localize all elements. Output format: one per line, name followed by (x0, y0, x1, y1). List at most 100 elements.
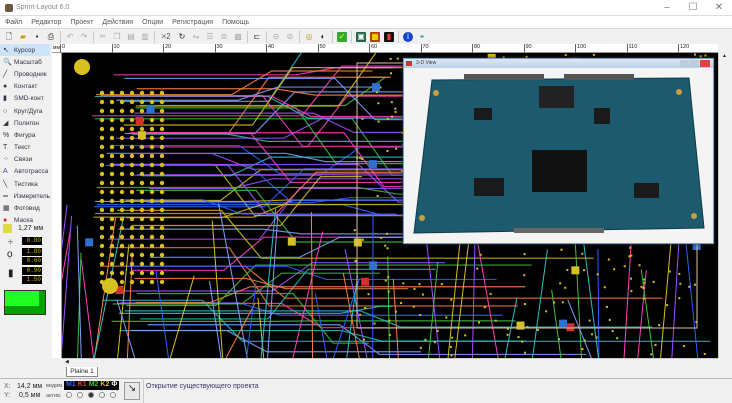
pcb-pad (130, 91, 134, 95)
layer-toggle-M1[interactable]: M1 (66, 381, 76, 390)
copy-icon[interactable]: ❐ (112, 32, 122, 42)
pcb-via (386, 150, 388, 152)
horizontal-scrollbar[interactable]: ◀ (62, 358, 718, 367)
scanned-copy-icon[interactable]: ▣ (356, 32, 366, 42)
mirror-icon[interactable]: ⇋ (191, 32, 201, 42)
open-folder-icon[interactable]: ▰ (18, 32, 28, 42)
ungroup-icon[interactable]: ▩ (233, 32, 243, 42)
gerber-icon[interactable]: ▦ (370, 32, 380, 42)
cut-icon[interactable]: ✂ (98, 32, 108, 42)
pcb-via (608, 259, 610, 261)
pcb-via (437, 330, 439, 332)
menu-options[interactable]: Опции (142, 19, 163, 26)
pcb-pad (120, 118, 124, 122)
unlock-icon[interactable]: ⊘ (285, 32, 295, 42)
smd-height-field[interactable]: 1.50 (22, 276, 42, 284)
pcb-pad (110, 118, 114, 122)
smd-width-field[interactable]: 0.90 (22, 267, 42, 275)
info-icon[interactable]: i (403, 32, 413, 42)
tool-shape[interactable]: %Фигура (0, 129, 50, 141)
tool-polygon[interactable]: ◢Полигон (0, 117, 50, 129)
pcb-pad (160, 181, 164, 185)
rotate-icon[interactable]: ↻ (177, 32, 187, 42)
tool-photoview[interactable]: ▦Фотовид (0, 202, 50, 214)
tool-measure[interactable]: ═Измеритель (0, 190, 50, 202)
layer-toggle-K1[interactable]: K1 (78, 381, 87, 390)
print-icon[interactable]: ⎙ (46, 32, 56, 42)
scroll-left-icon[interactable]: ◀ (62, 359, 718, 365)
track-width-field[interactable]: 0.80 (22, 237, 42, 245)
pcb-trace (212, 221, 222, 358)
active-layer-radio[interactable] (77, 392, 83, 398)
pcb-via (419, 314, 421, 316)
tool-label: Фигура (14, 132, 35, 139)
scroll-up-icon[interactable]: ▲ (719, 53, 730, 59)
close-button[interactable]: ✕ (708, 2, 730, 14)
pcb-via (524, 303, 526, 305)
menu-project[interactable]: Проект (70, 19, 93, 26)
pad-inner-field[interactable]: 0.60 (22, 257, 42, 265)
vertical-scrollbar[interactable]: ▲ (718, 53, 730, 358)
pcb-smd-pad (372, 83, 380, 91)
tool-zoom[interactable]: 🔍Масштаб (0, 56, 50, 68)
active-layer-radio[interactable] (99, 392, 105, 398)
tool-track[interactable]: ╱Проводник (0, 68, 50, 80)
component-icon[interactable]: ⊏ (252, 32, 262, 42)
undo-icon[interactable]: ↶ (65, 32, 75, 42)
new-file-icon[interactable]: 🗋 (4, 32, 14, 42)
menu-edit[interactable]: Редактор (31, 19, 61, 26)
pcb-pad (150, 217, 154, 221)
menu-registration[interactable]: Регистрация (172, 19, 213, 26)
paste-icon[interactable]: ▤ (126, 32, 136, 42)
tool-smd-pad[interactable]: ▮SMD-конт (0, 93, 50, 105)
pcb-via (384, 245, 386, 247)
active-layer-radio[interactable] (66, 392, 72, 398)
pcb-pad (110, 136, 114, 140)
tool-circle[interactable]: ○Круг/Дуга (0, 105, 50, 117)
3d-view-window[interactable]: 3-D View (403, 58, 714, 244)
layer-toggle-M2[interactable]: M2 (89, 381, 99, 390)
mounting-hole (102, 278, 118, 294)
grid-setting[interactable]: 1,27 мм (3, 224, 43, 233)
tool-text[interactable]: TТекст (0, 142, 50, 154)
tab-plaine-1[interactable]: Plaine 1 (66, 367, 98, 377)
3d-view-minimize-button[interactable] (680, 60, 689, 67)
3d-view-close-button[interactable] (700, 60, 710, 67)
pad-outer-field[interactable]: 1.80 (22, 248, 42, 256)
tool-test[interactable]: ╲Тестика (0, 178, 50, 190)
pcb-pad (100, 91, 104, 95)
macro-icon[interactable]: ⌖ (417, 32, 427, 42)
tool-cursor[interactable]: ↖Курсор (0, 44, 50, 56)
drc-icon[interactable]: ✓ (337, 32, 347, 42)
lock-icon[interactable]: ⊝ (271, 32, 281, 42)
help-link[interactable]: ? (116, 387, 119, 393)
tool-label: Круг/Дуга (14, 108, 42, 115)
pcb-pad (100, 208, 104, 212)
tool-autoroute[interactable]: AАвтотрасса (0, 166, 50, 178)
3d-view-maximize-button[interactable] (690, 60, 699, 67)
tool-connections[interactable]: ⁘Связи (0, 154, 50, 166)
delete-icon[interactable]: ▥ (140, 32, 150, 42)
minimize-button[interactable]: – (656, 2, 678, 14)
pcb-pad (140, 271, 144, 275)
drill-icon[interactable]: ▮ (384, 32, 394, 42)
menu-actions[interactable]: Действия (102, 19, 133, 26)
save-icon[interactable]: ▪ (32, 32, 42, 42)
group-icon[interactable]: ⊜ (219, 32, 229, 42)
zoom-fit-icon[interactable]: ◎ (304, 32, 314, 42)
maximize-button[interactable]: ☐ (682, 2, 704, 14)
menu-file[interactable]: Файл (5, 19, 22, 26)
tool-pad[interactable]: ●Контакт (0, 81, 50, 93)
duplicate-button[interactable]: ×2 (159, 32, 173, 42)
pcb-pad (150, 235, 154, 239)
align-icon[interactable]: ☰ (205, 32, 215, 42)
layer-toggle-K2[interactable]: K2 (100, 381, 109, 390)
menu-help[interactable]: Помощь (222, 19, 249, 26)
autoroute-icon: A (3, 168, 10, 175)
layer-settings-button[interactable]: ↘ (124, 382, 140, 400)
layer-color-swatch[interactable] (4, 290, 46, 315)
redo-icon[interactable]: ↷ (79, 32, 89, 42)
pcb-via (581, 348, 583, 350)
contrast-icon[interactable]: ◐ (318, 32, 328, 42)
active-layer-radio[interactable] (88, 392, 94, 398)
